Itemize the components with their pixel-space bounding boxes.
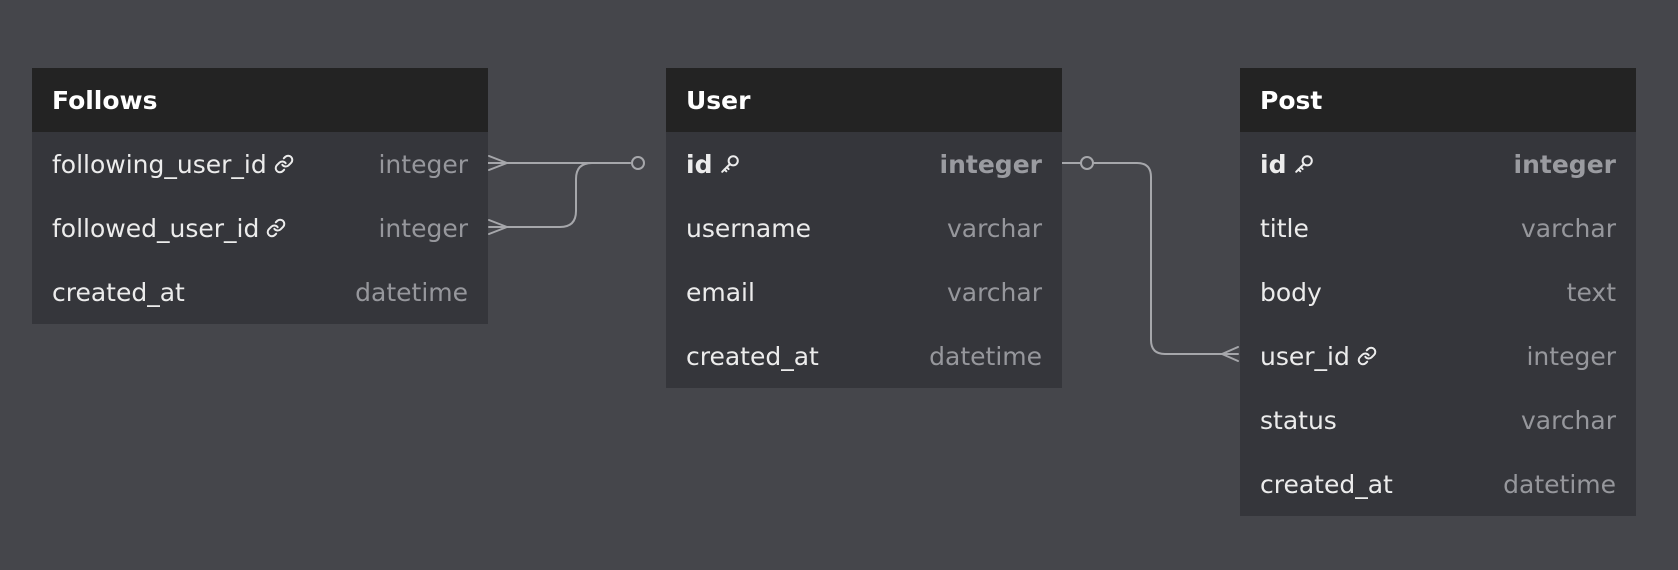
link-icon <box>1357 346 1377 366</box>
field-row-email[interactable]: email varchar <box>666 260 1062 324</box>
field-type: varchar <box>1520 405 1616 435</box>
field-row-id[interactable]: id integer <box>1240 132 1636 196</box>
table-follows[interactable]: Follows following_user_id integer follow… <box>32 68 488 324</box>
field-name: username <box>686 213 811 243</box>
field-type: integer <box>378 213 468 243</box>
table-user[interactable]: User id integer username varchar email v… <box>666 68 1062 388</box>
field-type: datetime <box>929 341 1042 371</box>
field-type: integer <box>939 149 1042 179</box>
field-row-user-id[interactable]: user_id integer <box>1240 324 1636 388</box>
field-name: body <box>1260 277 1322 307</box>
field-row-status[interactable]: status varchar <box>1240 388 1636 452</box>
field-row-following-user-id[interactable]: following_user_id integer <box>32 132 488 196</box>
field-name: followed_user_id <box>52 213 260 243</box>
field-row-created-at[interactable]: created_at datetime <box>32 260 488 324</box>
field-name: email <box>686 277 755 307</box>
field-type: integer <box>1513 149 1616 179</box>
field-row-created-at[interactable]: created_at datetime <box>1240 452 1636 516</box>
field-name: status <box>1260 405 1337 435</box>
relationship-line-followed <box>488 162 631 228</box>
link-icon <box>274 154 294 174</box>
optional-marker-user-left <box>631 156 645 170</box>
table-header-follows[interactable]: Follows <box>32 68 488 132</box>
field-type: datetime <box>355 277 468 307</box>
field-row-followed-user-id[interactable]: followed_user_id integer <box>32 196 488 260</box>
field-name: title <box>1260 213 1309 243</box>
field-row-body[interactable]: body text <box>1240 260 1636 324</box>
field-name: created_at <box>1260 469 1393 499</box>
field-row-created-at[interactable]: created_at datetime <box>666 324 1062 388</box>
optional-marker-user-right <box>1080 156 1094 170</box>
field-row-title[interactable]: title varchar <box>1240 196 1636 260</box>
field-type: varchar <box>1520 213 1616 243</box>
table-title-follows: Follows <box>52 85 158 115</box>
key-icon <box>719 153 741 175</box>
table-title-user: User <box>686 85 751 115</box>
field-name: created_at <box>686 341 819 371</box>
field-name: id <box>1260 149 1287 179</box>
field-row-id[interactable]: id integer <box>666 132 1062 196</box>
table-title-post: Post <box>1260 85 1323 115</box>
table-header-user[interactable]: User <box>666 68 1062 132</box>
field-name: created_at <box>52 277 185 307</box>
field-type: varchar <box>946 277 1042 307</box>
link-icon <box>266 218 286 238</box>
field-name: user_id <box>1260 341 1350 371</box>
field-name: following_user_id <box>52 149 267 179</box>
field-type: varchar <box>946 213 1042 243</box>
field-type: integer <box>1526 341 1616 371</box>
table-post[interactable]: Post id integer title varchar body text … <box>1240 68 1636 516</box>
field-type: datetime <box>1503 469 1616 499</box>
key-icon <box>1293 153 1315 175</box>
relationship-line-post-user <box>1061 162 1239 355</box>
field-name: id <box>686 149 713 179</box>
field-row-username[interactable]: username varchar <box>666 196 1062 260</box>
table-header-post[interactable]: Post <box>1240 68 1636 132</box>
field-type: text <box>1566 277 1616 307</box>
field-type: integer <box>378 149 468 179</box>
